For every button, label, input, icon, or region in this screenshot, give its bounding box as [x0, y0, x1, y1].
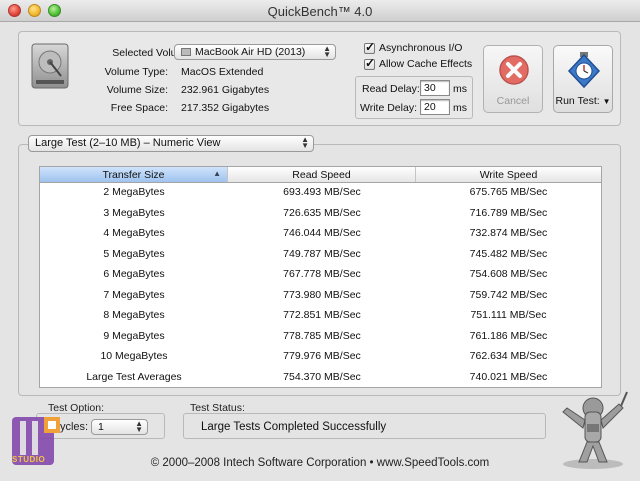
- cell-read-speed: 772.851 MB/Sec: [283, 309, 361, 321]
- cell-read-speed: 754.370 MB/Sec: [283, 370, 361, 383]
- cancel-button[interactable]: Cancel: [483, 45, 543, 113]
- sort-ascending-icon: ▲: [213, 169, 221, 178]
- write-delay-label: Write Delay:: [360, 102, 417, 114]
- table-row[interactable]: 3 MegaBytes 726.635 MB/Sec 716.789 MB/Se…: [40, 204, 601, 224]
- table-row[interactable]: 4 MegaBytes 746.044 MB/Sec 732.874 MB/Se…: [40, 224, 601, 244]
- volume-size-label: Volume Size:: [106, 84, 168, 96]
- column-header-transfer-size[interactable]: Transfer Size ▲: [40, 167, 228, 182]
- cell-write-speed: 759.742 MB/Sec: [469, 288, 548, 301]
- cell-transfer-size: 5 MegaBytes: [103, 247, 165, 260]
- cell-transfer-size: 3 MegaBytes: [103, 206, 165, 219]
- view-mode-popup[interactable]: Large Test (2–10 MB) – Numeric View ▲ ▼: [28, 135, 314, 152]
- volume-type-value: MacOS Extended: [181, 66, 264, 78]
- volume-popup[interactable]: MacBook Air HD (2013) ▲ ▼: [174, 44, 336, 60]
- volume-size-value: 232.961 Gigabytes: [181, 84, 270, 96]
- volume-type-label: Volume Type:: [104, 66, 168, 78]
- async-io-label: Asynchronous I/O: [379, 42, 463, 54]
- checkbox-checked-icon: [364, 56, 375, 70]
- free-space-label: Free Space:: [110, 102, 168, 114]
- run-test-button[interactable]: Run Test: ▼: [553, 45, 613, 113]
- read-delay-input[interactable]: 30: [420, 80, 450, 96]
- cell-write-speed: 751.111 MB/Sec: [470, 309, 547, 321]
- table-row[interactable]: 10 MegaBytes 779.976 MB/Sec 762.634 MB/S…: [40, 347, 601, 367]
- cell-write-speed: 762.634 MB/Sec: [469, 350, 548, 362]
- cell-transfer-size: 8 MegaBytes: [103, 309, 165, 321]
- cell-read-speed: 779.976 MB/Sec: [283, 350, 361, 362]
- async-io-checkbox[interactable]: Asynchronous I/O: [364, 40, 463, 54]
- cell-write-speed: 761.186 MB/Sec: [469, 329, 548, 342]
- cell-write-speed: 732.874 MB/Sec: [469, 227, 548, 239]
- table-row-averages[interactable]: Large Test Averages 754.370 MB/Sec 740.0…: [40, 368, 601, 388]
- results-table: Transfer Size ▲ Read Speed Write Speed 2…: [39, 166, 602, 388]
- table-row[interactable]: 6 MegaBytes 767.778 MB/Sec 754.608 MB/Se…: [40, 265, 601, 285]
- volume-popup-value: MacBook Air HD (2013): [195, 46, 306, 58]
- cell-read-speed: 746.044 MB/Sec: [283, 227, 361, 239]
- view-mode-value: Large Test (2–10 MB) – Numeric View: [35, 137, 221, 149]
- cell-write-speed: 675.765 MB/Sec: [469, 186, 548, 198]
- cancel-icon: [499, 55, 529, 85]
- cell-transfer-size: 6 MegaBytes: [103, 268, 165, 280]
- dropdown-arrow-icon: ▼: [602, 97, 611, 106]
- app-window: QuickBench™ 4.0 Selected Volume: MacBook…: [0, 0, 640, 481]
- write-delay-input[interactable]: 20: [420, 99, 450, 115]
- table-header: Transfer Size ▲ Read Speed Write Speed: [40, 167, 601, 183]
- status-message: Large Tests Completed Successfully: [201, 421, 387, 433]
- cycles-popup[interactable]: 1 ▲ ▼: [91, 419, 148, 435]
- checkbox-checked-icon: [364, 40, 375, 54]
- column-header-label: Read Speed: [292, 169, 351, 181]
- studio-logo-text: STUDIO: [12, 455, 46, 464]
- cell-write-speed: 716.789 MB/Sec: [469, 206, 548, 219]
- column-header-read-speed[interactable]: Read Speed: [228, 167, 416, 182]
- cell-transfer-size: 9 MegaBytes: [103, 329, 165, 342]
- column-header-label: Write Speed: [479, 169, 538, 181]
- window-title: QuickBench™ 4.0: [267, 4, 373, 19]
- write-delay-unit: ms: [453, 102, 467, 114]
- cell-write-speed: 754.608 MB/Sec: [469, 268, 548, 280]
- cell-transfer-size: 4 MegaBytes: [103, 227, 165, 239]
- table-row[interactable]: 5 MegaBytes 749.787 MB/Sec 745.482 MB/Se…: [40, 245, 601, 265]
- stopwatch-icon: [567, 52, 601, 89]
- run-test-button-label: Run Test: ▼: [554, 95, 612, 107]
- cell-read-speed: 693.493 MB/Sec: [283, 186, 361, 198]
- cycles-value: 1: [98, 421, 104, 433]
- cell-read-speed: 778.785 MB/Sec: [283, 329, 361, 342]
- column-header-label: Transfer Size: [102, 169, 165, 181]
- cell-write-speed: 745.482 MB/Sec: [469, 247, 548, 260]
- popup-arrows-icon: ▲ ▼: [135, 419, 143, 434]
- table-row[interactable]: 9 MegaBytes 778.785 MB/Sec 761.186 MB/Se…: [40, 327, 601, 347]
- popup-arrows-icon: ▲ ▼: [301, 135, 309, 150]
- cell-write-speed: 740.021 MB/Sec: [469, 370, 548, 383]
- cell-transfer-size: 10 MegaBytes: [100, 350, 168, 362]
- cell-transfer-size: 2 MegaBytes: [103, 186, 165, 198]
- drive-icon: [181, 48, 191, 57]
- cell-read-speed: 773.980 MB/Sec: [283, 288, 361, 301]
- title-bar: QuickBench™ 4.0: [0, 0, 640, 22]
- read-delay-unit: ms: [453, 83, 467, 95]
- cell-read-speed: 726.635 MB/Sec: [283, 206, 361, 219]
- table-row[interactable]: 7 MegaBytes 773.980 MB/Sec 759.742 MB/Se…: [40, 286, 601, 306]
- read-delay-label: Read Delay:: [362, 83, 420, 95]
- cache-effects-label: Allow Cache Effects: [379, 58, 473, 70]
- free-space-value: 217.352 Gigabytes: [181, 102, 270, 114]
- cell-transfer-size: 7 MegaBytes: [103, 288, 165, 301]
- cell-read-speed: 749.787 MB/Sec: [283, 247, 361, 260]
- cancel-button-label: Cancel: [496, 95, 530, 107]
- popup-arrows-icon: ▲ ▼: [323, 44, 331, 59]
- run-test-label-text: Run Test:: [555, 95, 600, 107]
- copyright-footer: © 2000–2008 Intech Software Corporation …: [150, 457, 490, 469]
- cache-effects-checkbox[interactable]: Allow Cache Effects: [364, 56, 473, 70]
- cell-transfer-size: Large Test Averages: [86, 370, 182, 383]
- cell-read-speed: 767.778 MB/Sec: [283, 268, 361, 280]
- table-row[interactable]: 8 MegaBytes 772.851 MB/Sec 751.111 MB/Se…: [40, 306, 601, 326]
- table-row[interactable]: 2 MegaBytes 693.493 MB/Sec 675.765 MB/Se…: [40, 183, 601, 203]
- speedtools-knight-mascot-icon: [562, 391, 628, 469]
- column-header-write-speed[interactable]: Write Speed: [416, 167, 601, 182]
